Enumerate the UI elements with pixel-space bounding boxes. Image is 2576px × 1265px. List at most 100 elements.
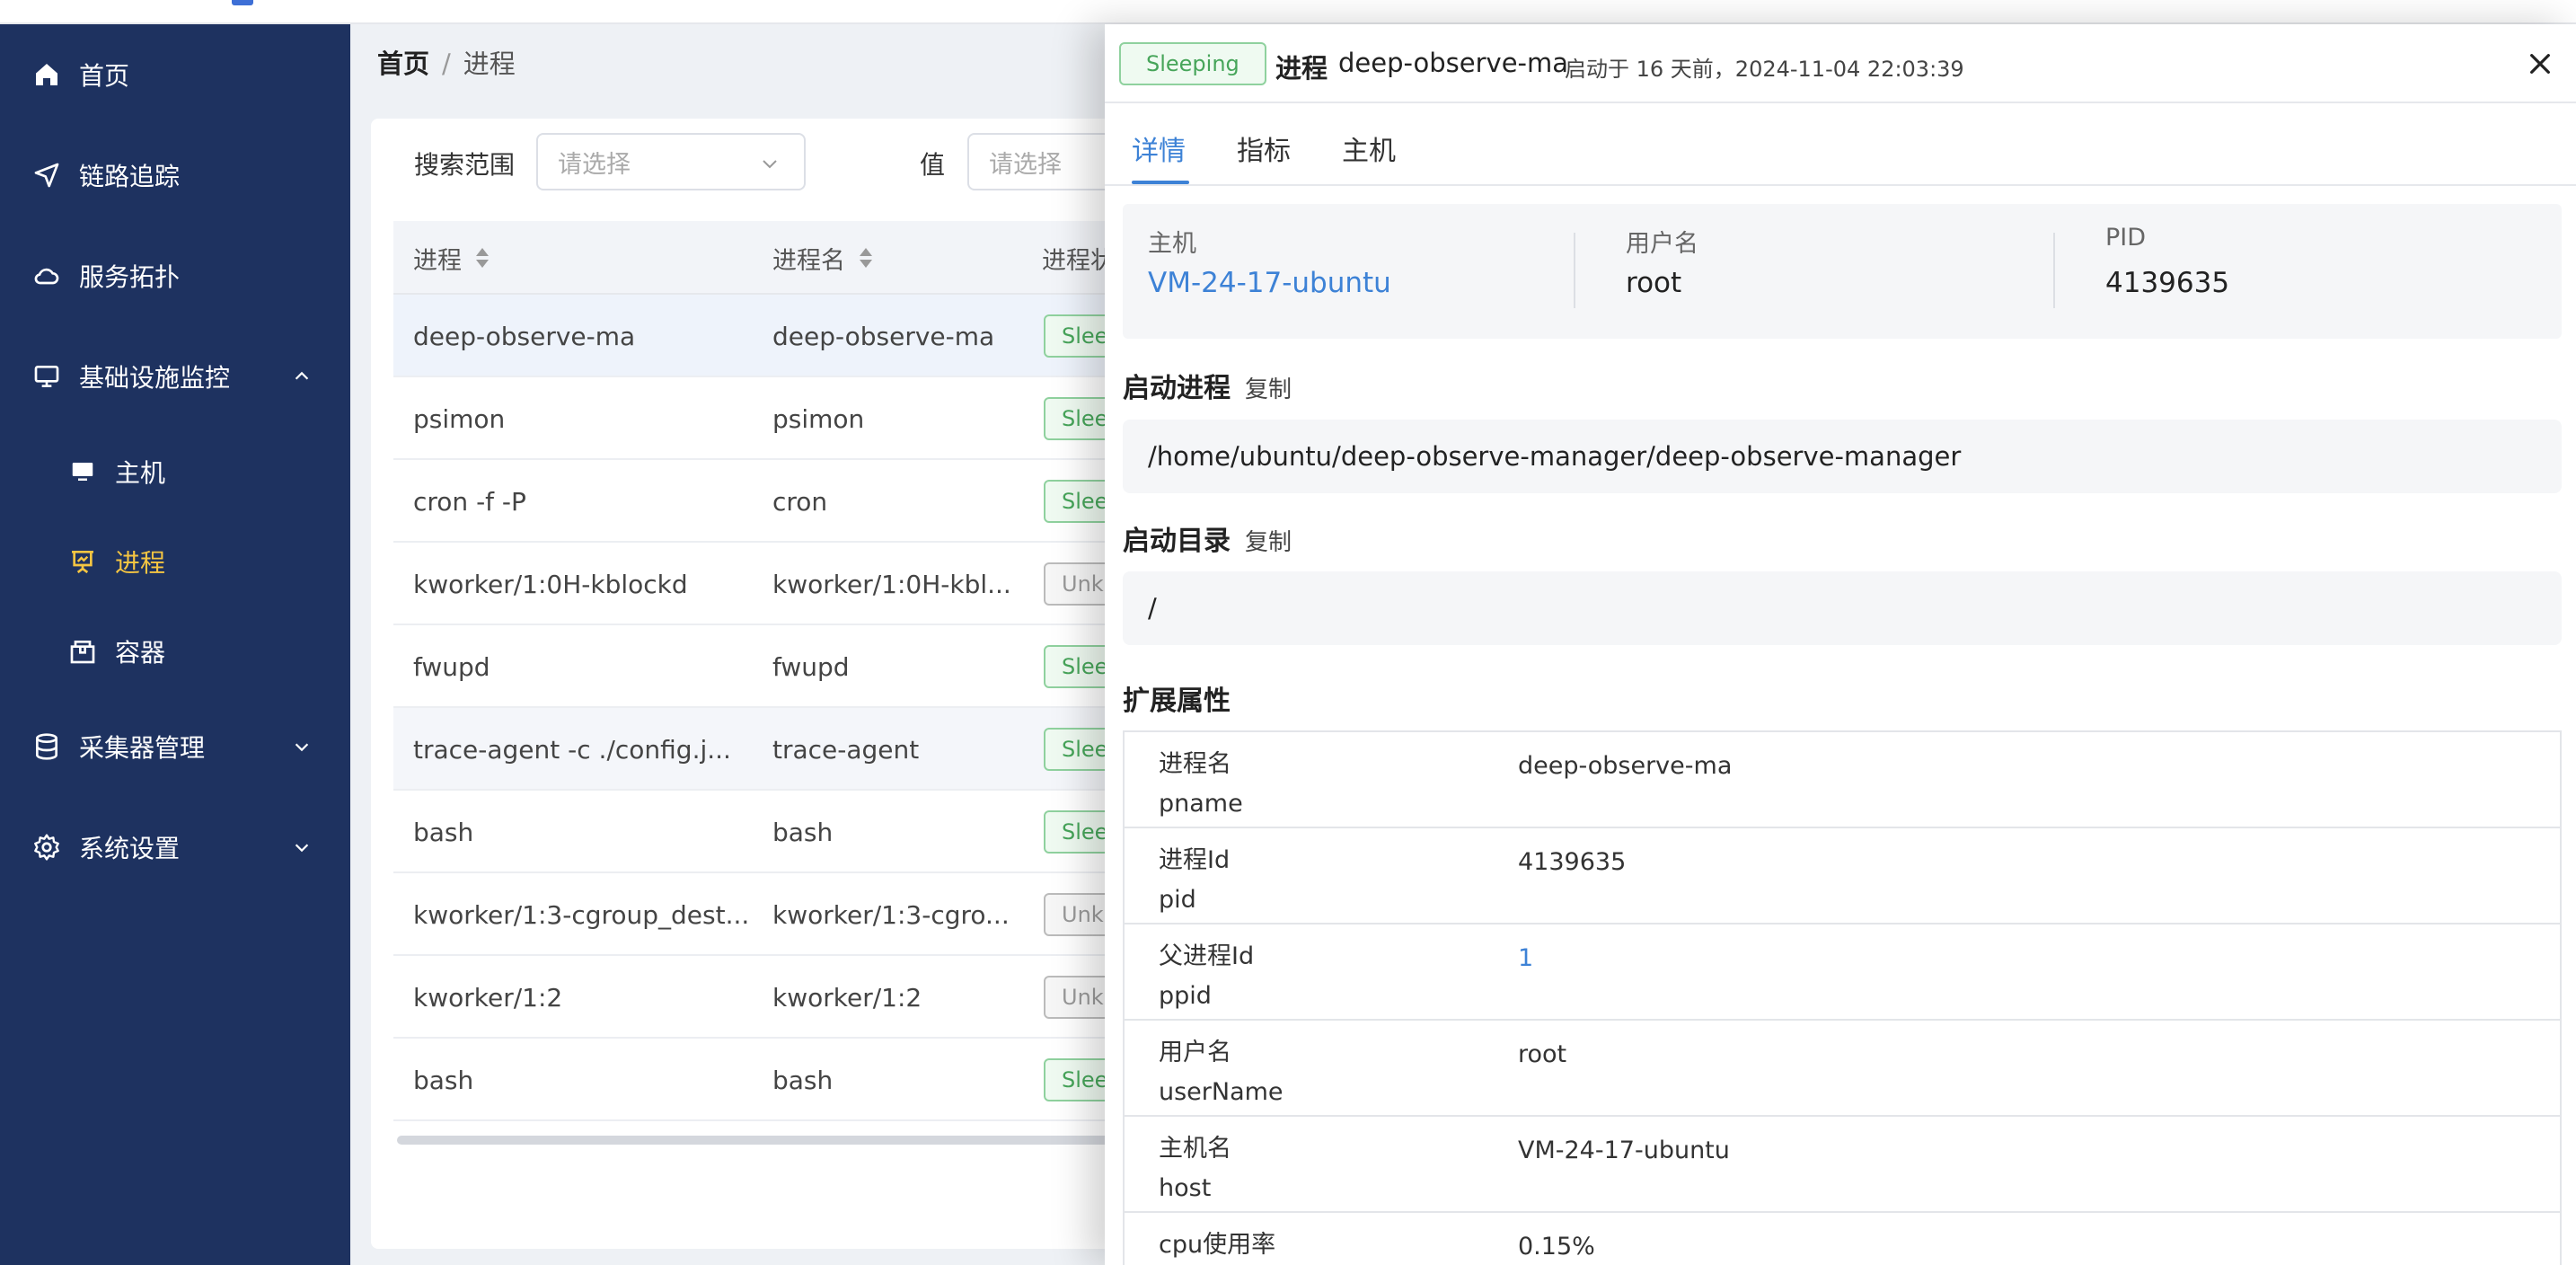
cell-process: bash <box>413 1065 474 1095</box>
cloud-icon <box>31 260 63 292</box>
prop-value: root <box>1518 1040 1567 1068</box>
drawer-tabs: 详情 指标 主机 <box>1105 103 2576 186</box>
cell-name: kworker/1:2 <box>772 982 922 1013</box>
sidebar-item-containers[interactable]: 容器 <box>0 611 350 692</box>
table-row[interactable]: kworker/1:2 kworker/1:2 Unknown <box>393 956 1112 1039</box>
host-link[interactable]: VM-24-17-ubuntu <box>1148 267 1391 299</box>
database-icon <box>31 730 63 763</box>
monitor-icon <box>31 360 63 393</box>
extended-props-table: 进程名 pname deep-observe-ma 进程Id pid 4139635… <box>1123 730 2562 1265</box>
prop-row: 用户名 userName root <box>1125 1021 2560 1117</box>
table-row[interactable]: trace-agent -c ./config.j... trace-agent… <box>393 708 1112 791</box>
drawer-process-name: deep-observe-ma <box>1338 48 1569 78</box>
cell-name: kworker/1:3-cgro... <box>772 899 1010 930</box>
prop-row: 主机名 host VM-24-17-ubuntu <box>1125 1117 2560 1213</box>
sidebar-item-topology[interactable]: 服务拓扑 <box>0 235 350 316</box>
sort-icon[interactable] <box>858 245 874 270</box>
horizontal-scrollbar[interactable] <box>397 1136 1112 1145</box>
table-row[interactable]: kworker/1:0H-kblockd kworker/1:0H-kbl...… <box>393 543 1112 625</box>
prop-value: VM-24-17-ubuntu <box>1518 1137 1730 1164</box>
tab-details[interactable]: 详情 <box>1132 128 1186 168</box>
drawer-header: Sleeping 进程 deep-observe-ma 启动于 16 天前，20… <box>1105 24 2576 103</box>
table-header: 进程 进程名 进程状 <box>393 221 1112 295</box>
send-icon <box>31 159 63 191</box>
sidebar-item-hosts[interactable]: 主机 <box>0 431 350 512</box>
prop-value: 4139635 <box>1518 848 1627 876</box>
drawer-title: 进程 <box>1275 53 1328 84</box>
cell-process: bash <box>413 817 474 847</box>
prop-key: cpu使用率 <box>1159 1231 1276 1259</box>
start-command-title: 启动进程 复制 <box>1123 373 1292 404</box>
summary-panel: 主机 VM-24-17-ubuntu 用户名 root PID 4139635 <box>1123 204 2562 339</box>
sidebar-item-label: 主机 <box>115 458 166 488</box>
breadcrumb-home[interactable]: 首页 <box>377 49 429 79</box>
sidebar-item-home[interactable]: 首页 <box>0 34 350 115</box>
chevron-down-icon <box>289 835 314 860</box>
prop-key: 主机名 host <box>1159 1135 1231 1202</box>
tab-metrics[interactable]: 指标 <box>1237 128 1291 168</box>
table-row[interactable]: bash bash Sleeping <box>393 1039 1112 1121</box>
copy-button[interactable]: 复制 <box>1245 529 1292 556</box>
sidebar-item-label: 首页 <box>79 61 130 91</box>
status-badge: Sleeping <box>1044 397 1112 440</box>
cell-name: bash <box>772 1065 834 1095</box>
table-row[interactable]: psimon psimon Sleeping <box>393 377 1112 460</box>
cell-process: cron -f -P <box>413 486 526 517</box>
home-icon <box>31 58 63 91</box>
prop-row: 进程名 pname deep-observe-ma <box>1125 732 2560 828</box>
cell-name: kworker/1:0H-kbl... <box>772 569 1011 599</box>
prop-row: cpu使用率 0.15% <box>1125 1213 2560 1265</box>
status-badge: Sleeping <box>1044 645 1112 688</box>
sidebar-item-tracing[interactable]: 链路追踪 <box>0 135 350 216</box>
sidebar-item-label: 进程 <box>115 548 166 578</box>
sidebar-item-label: 链路追踪 <box>79 162 181 191</box>
copy-button[interactable]: 复制 <box>1245 376 1292 403</box>
table-row[interactable]: deep-observe-ma deep-observe-ma Sleeping <box>393 295 1112 377</box>
table-row[interactable]: fwupd fwupd Sleeping <box>393 625 1112 708</box>
prop-value: deep-observe-ma <box>1518 752 1733 780</box>
column-header-process[interactable]: 进程 <box>413 221 490 295</box>
status-badge: Unknown <box>1044 976 1112 1019</box>
sidebar-item-collectors[interactable]: 采集器管理 <box>0 706 350 787</box>
cell-process: kworker/1:0H-kblockd <box>413 569 688 599</box>
sidebar-item-infra[interactable]: 基础设施监控 <box>0 336 350 417</box>
tab-host[interactable]: 主机 <box>1342 128 1396 168</box>
drawer-start-time: 启动于 16 天前，2024-11-04 22:03:39 <box>1565 57 1964 82</box>
status-badge: Sleeping <box>1119 42 1266 85</box>
parent-pid-link[interactable]: 1 <box>1518 944 1533 972</box>
start-command-box: /home/ubuntu/deep-observe-manager/deep-o… <box>1123 420 2562 493</box>
scope-select[interactable]: 请选择 <box>536 133 806 190</box>
tab-active-indicator <box>1132 181 1189 184</box>
breadcrumb-current: 进程 <box>463 49 516 79</box>
chevron-up-icon <box>289 364 314 389</box>
chevron-down-icon <box>289 734 314 759</box>
table-row[interactable]: kworker/1:3-cgroup_dest... kworker/1:3-c… <box>393 873 1112 956</box>
prop-key: 进程Id pid <box>1159 846 1231 914</box>
sort-icon[interactable] <box>474 245 490 270</box>
close-icon[interactable] <box>2526 49 2554 78</box>
cell-process: fwupd <box>413 651 490 682</box>
cell-name: bash <box>772 817 834 847</box>
status-badge: Unknown <box>1044 893 1112 936</box>
status-badge: Sleeping <box>1044 480 1112 523</box>
column-header-status[interactable]: 进程状 <box>1042 221 1112 295</box>
sidebar-item-processes[interactable]: 进程 <box>0 521 350 602</box>
divider <box>2053 233 2055 308</box>
top-bar <box>0 0 2576 24</box>
prop-value: 0.15% <box>1518 1233 1595 1261</box>
column-header-name[interactable]: 进程名 <box>772 221 874 295</box>
prop-row: 进程Id pid 4139635 <box>1125 828 2560 924</box>
cell-name: fwupd <box>772 651 850 682</box>
scope-label: 搜索范围 <box>414 150 516 180</box>
logo-mark <box>232 0 253 5</box>
desktop-icon <box>66 456 99 488</box>
sidebar-item-settings[interactable]: 系统设置 <box>0 807 350 888</box>
status-badge: Sleeping <box>1044 1058 1112 1101</box>
cell-process: deep-observe-ma <box>413 321 636 351</box>
cell-process: psimon <box>413 403 506 434</box>
table-row[interactable]: cron -f -P cron Sleeping <box>393 460 1112 543</box>
table-row[interactable]: bash bash Sleeping <box>393 791 1112 873</box>
cell-name: cron <box>772 486 828 517</box>
sidebar-item-label: 容器 <box>115 638 166 668</box>
sidebar-item-label: 基础设施监控 <box>79 363 231 393</box>
